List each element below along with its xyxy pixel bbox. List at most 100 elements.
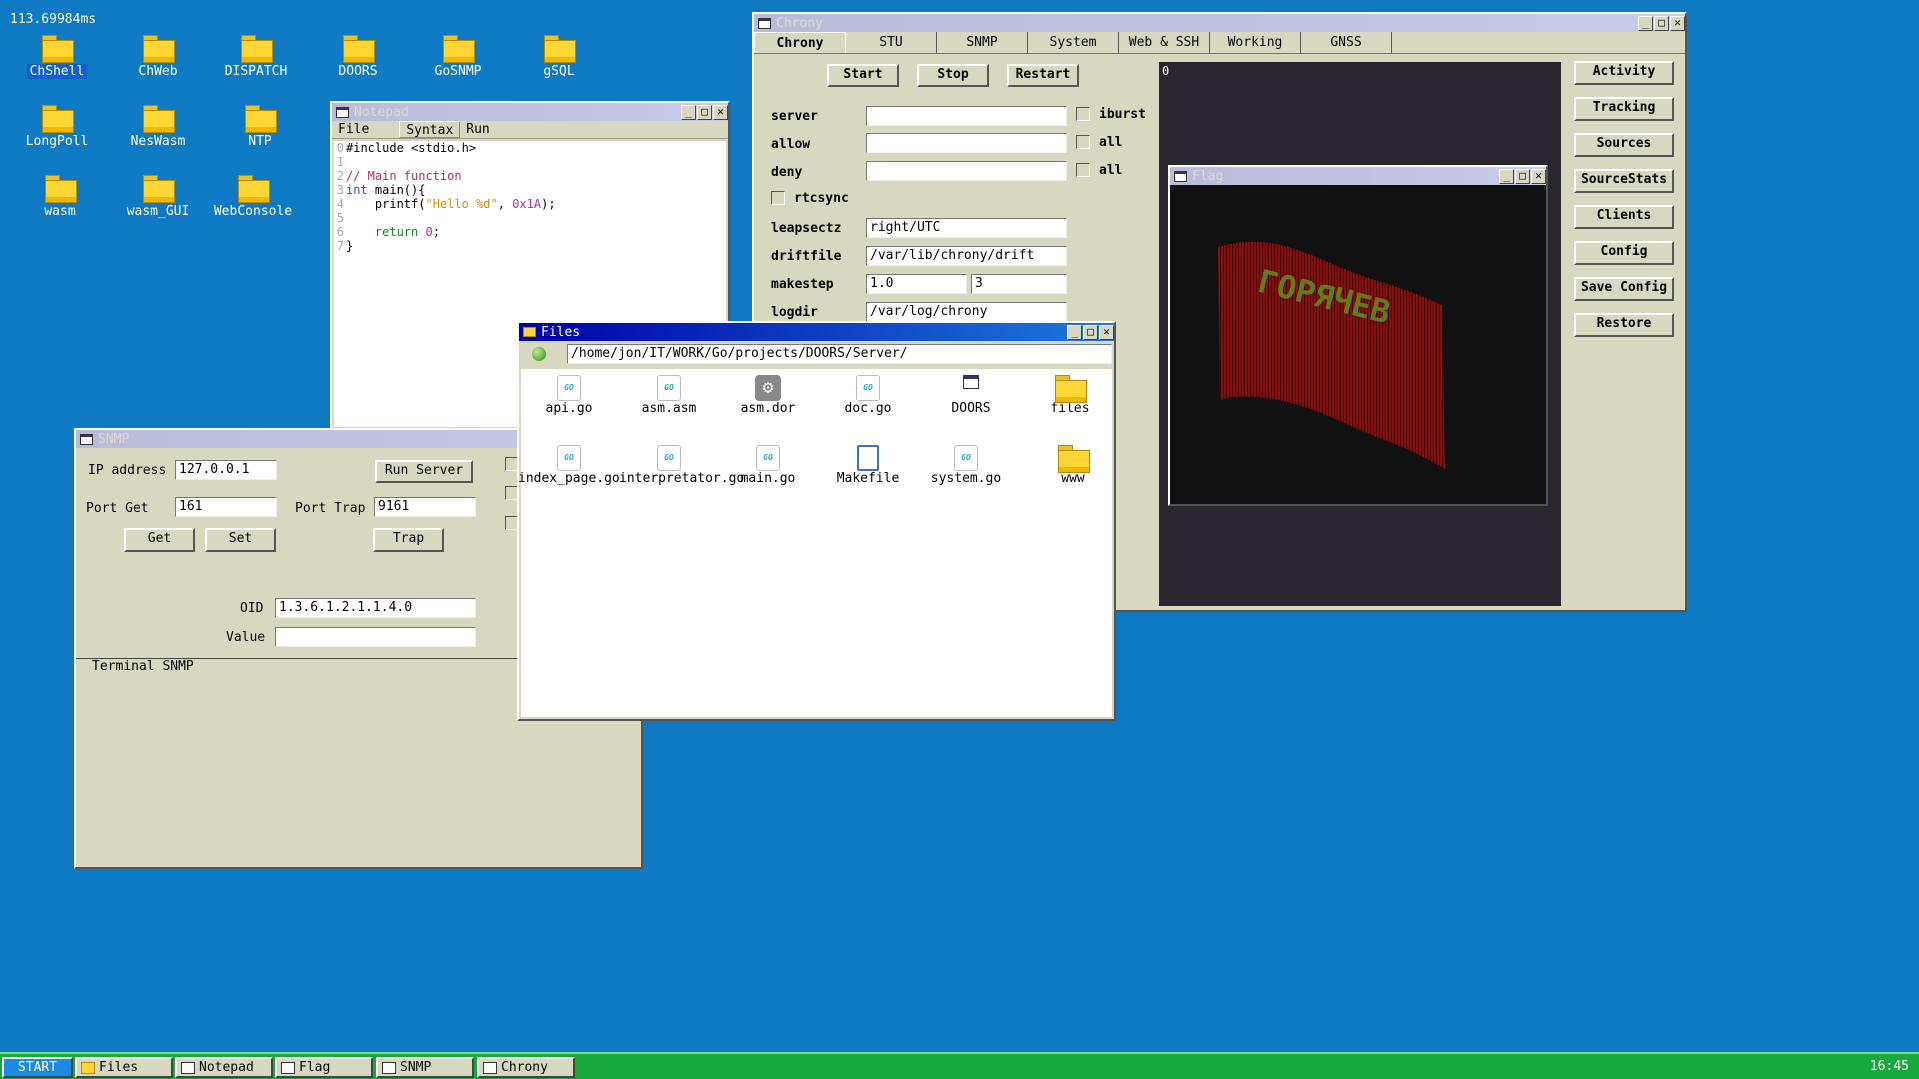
desktop-icon-gosnmp[interactable]: GoSNMP	[410, 35, 506, 79]
config-button[interactable]: Config	[1574, 241, 1674, 265]
desktop-icon-chweb[interactable]: ChWeb	[110, 35, 206, 79]
minimize-button[interactable]: _	[1499, 168, 1514, 184]
maximize-button[interactable]: □	[1515, 168, 1530, 184]
taskbar-item-snmp[interactable]: SNMP	[376, 1057, 474, 1078]
restore-button[interactable]: Restore	[1574, 313, 1674, 337]
tab-system[interactable]: System	[1028, 32, 1119, 53]
port-trap-input[interactable]: 9161	[374, 497, 476, 517]
maximize-button[interactable]: □	[697, 104, 712, 120]
file-item[interactable]: GO asm.asm	[628, 375, 710, 416]
tab-stu[interactable]: STU	[846, 32, 937, 53]
go-up-icon[interactable]	[532, 347, 546, 361]
file-item[interactable]: GO main.go	[727, 445, 809, 486]
file-item[interactable]: GO interpretator.go	[619, 445, 744, 486]
file-item[interactable]: GO doc.go	[827, 375, 909, 416]
taskbar-item-notepad[interactable]: Notepad	[175, 1057, 273, 1078]
ip-address-input[interactable]: 127.0.0.1	[175, 460, 277, 480]
window-title: Notepad	[354, 104, 409, 120]
run-server-button[interactable]: Run Server	[375, 460, 473, 483]
taskbar-label: SNMP	[400, 1060, 432, 1075]
clock: 16:45	[1869, 1059, 1909, 1074]
desktop-icon-chshell[interactable]: ChShell	[9, 35, 105, 79]
desktop-icon-dispatch[interactable]: DISPATCH	[208, 35, 304, 79]
makestep-limit-input[interactable]: 3	[971, 274, 1067, 294]
file-item[interactable]: DOORS	[930, 375, 1012, 416]
desktop-icon-neswasm[interactable]: NesWasm	[110, 105, 206, 149]
file-item[interactable]: GO index_page.go	[518, 445, 620, 486]
start-button[interactable]: START	[2, 1057, 73, 1078]
set-button[interactable]: Set	[205, 528, 276, 552]
close-button[interactable]: ✕	[713, 104, 728, 120]
port-get-input[interactable]: 161	[175, 497, 277, 517]
file-item[interactable]: www	[1032, 445, 1114, 486]
save-config-button[interactable]: Save Config	[1574, 277, 1674, 301]
file-item[interactable]: files	[1029, 375, 1111, 416]
close-button[interactable]: ✕	[1670, 15, 1685, 31]
desktop-icon-ntp[interactable]: NTP	[212, 105, 308, 149]
stop-button[interactable]: Stop	[917, 64, 989, 87]
menu-run[interactable]: Run	[460, 121, 495, 138]
value-input[interactable]	[275, 627, 476, 647]
desktop-icon-label: NesWasm	[130, 134, 186, 149]
tab-gnss[interactable]: GNSS	[1301, 32, 1392, 53]
taskbar-item-chrony[interactable]: Chrony	[477, 1057, 575, 1078]
oid-input[interactable]: 1.3.6.1.2.1.1.4.0	[275, 598, 476, 618]
close-button[interactable]: ✕	[1099, 324, 1114, 340]
desktop-icon-webconsole[interactable]: WebConsole	[205, 175, 301, 219]
menu-syntax[interactable]: Syntax	[399, 121, 461, 138]
driftfile-input[interactable]: /var/lib/chrony/drift	[866, 246, 1067, 266]
tab-working[interactable]: Working	[1210, 32, 1301, 53]
desktop-icon-doors[interactable]: DOORS	[310, 35, 406, 79]
executable-icon	[963, 375, 979, 389]
tab-snmp[interactable]: SNMP	[937, 32, 1028, 53]
tab-chrony[interactable]: Chrony	[754, 32, 846, 53]
desktop-icon-wasm[interactable]: wasm	[12, 175, 108, 219]
line-number: 2	[336, 169, 344, 183]
server-input[interactable]	[866, 106, 1067, 126]
maximize-button[interactable]: □	[1654, 15, 1669, 31]
makestep-threshold-input[interactable]: 1.0	[866, 274, 967, 294]
logdir-input[interactable]: /var/log/chrony	[866, 302, 1067, 322]
trap-button[interactable]: Trap	[373, 528, 444, 552]
minimize-button[interactable]: _	[681, 104, 696, 120]
line-number: 6	[336, 225, 344, 239]
minimize-button[interactable]: _	[1067, 324, 1082, 340]
start-button[interactable]: Start	[827, 64, 899, 87]
maximize-button[interactable]: □	[1083, 324, 1098, 340]
menu-file[interactable]: File	[332, 121, 375, 138]
desktop-icon-gsql[interactable]: gSQL	[511, 35, 607, 79]
desktop-icon-wasm-gui[interactable]: wasm_GUI	[110, 175, 206, 219]
taskbar-item-flag[interactable]: Flag	[275, 1057, 373, 1078]
notepad-titlebar[interactable]: Notepad _ □ ✕	[332, 103, 728, 121]
path-input[interactable]: /home/jon/IT/WORK/Go/projects/DOORS/Serv…	[567, 344, 1112, 364]
flag-titlebar[interactable]: Flag _ □ ✕	[1170, 167, 1546, 185]
tab-web-ssh[interactable]: Web & SSH	[1119, 32, 1210, 53]
deny-input[interactable]	[866, 161, 1067, 181]
frame-time-readout: 113.69984ms	[10, 12, 97, 27]
chrony-titlebar[interactable]: Chrony _ □ ✕	[754, 14, 1685, 32]
tracking-button[interactable]: Tracking	[1574, 97, 1674, 121]
leapsectz-input[interactable]: right/UTC	[866, 218, 1067, 238]
deny-all-checkbox[interactable]	[1076, 163, 1090, 177]
clients-button[interactable]: Clients	[1574, 205, 1674, 229]
restart-button[interactable]: Restart	[1007, 64, 1079, 87]
close-button[interactable]: ✕	[1531, 168, 1546, 184]
sourcestats-button[interactable]: SourceStats	[1574, 169, 1674, 193]
file-item[interactable]: ⚙ asm.dor	[727, 375, 809, 416]
iburst-checkbox[interactable]	[1076, 107, 1090, 121]
file-item[interactable]: GO api.go	[528, 375, 610, 416]
file-item[interactable]: GO system.go	[925, 445, 1007, 486]
activity-button[interactable]: Activity	[1574, 61, 1674, 85]
file-item[interactable]: Makefile	[827, 445, 909, 486]
taskbar-item-files[interactable]: Files	[75, 1057, 173, 1078]
allow-input[interactable]	[866, 133, 1067, 153]
allow-all-checkbox[interactable]	[1076, 135, 1090, 149]
get-button[interactable]: Get	[124, 528, 195, 552]
files-titlebar[interactable]: Files _ □ ✕	[519, 323, 1114, 341]
desktop-icon-label: WebConsole	[213, 204, 293, 219]
file-list: GO api.go GO asm.asm ⚙ asm.dor GO doc.go DOO…	[518, 369, 1114, 717]
minimize-button[interactable]: _	[1638, 15, 1653, 31]
sources-button[interactable]: Sources	[1574, 133, 1674, 157]
desktop-icon-longpoll[interactable]: LongPoll	[9, 105, 105, 149]
rtcsync-checkbox[interactable]	[771, 191, 785, 205]
